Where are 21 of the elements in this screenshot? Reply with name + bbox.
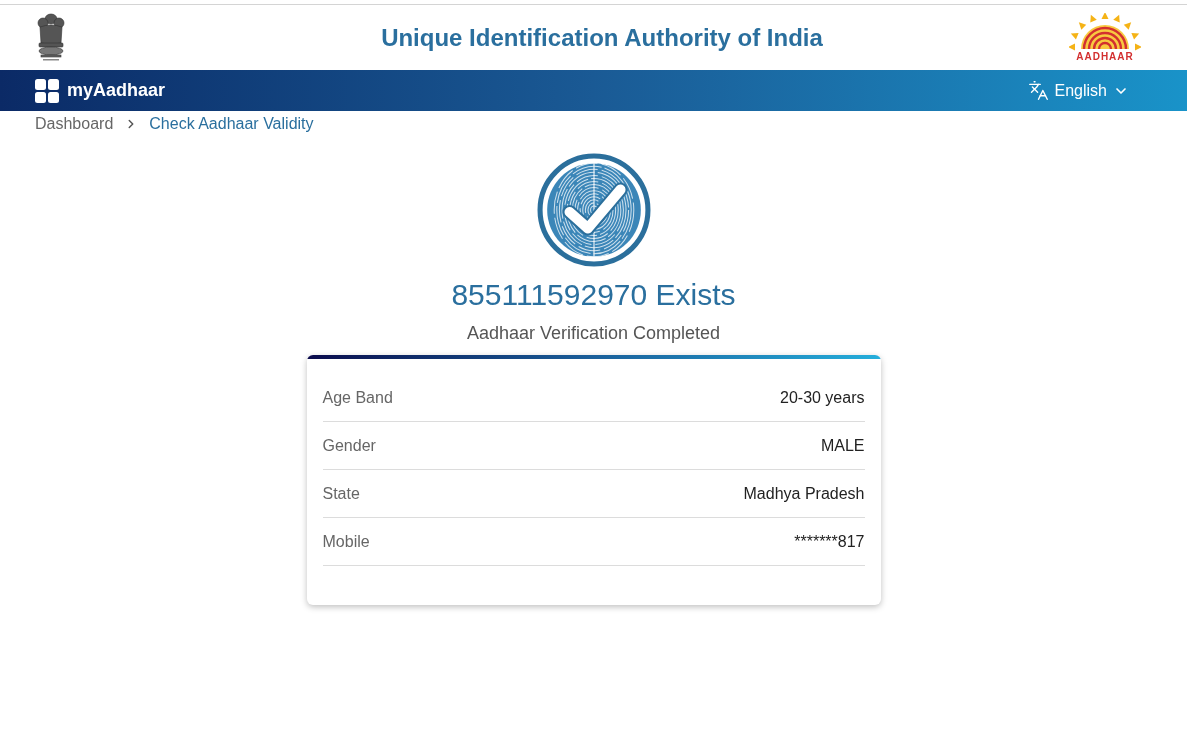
logo-text: AADHAAR xyxy=(1076,51,1134,62)
detail-label: State xyxy=(322,483,360,504)
sun-fingerprint-logo xyxy=(1069,13,1141,51)
translate-icon xyxy=(1027,80,1049,101)
result-heading: 855111592970 Exists xyxy=(451,277,736,313)
detail-value: *******817 xyxy=(794,531,865,552)
emblem-logo xyxy=(35,12,67,63)
site-title: Unique Identification Authority of India xyxy=(381,22,823,53)
grid-icon[interactable] xyxy=(35,78,59,103)
result-subheading: Aadhaar Verification Completed xyxy=(466,322,721,344)
detail-value: Madhya Pradesh xyxy=(743,483,865,504)
breadcrumb-link[interactable]: Check Aadhaar Validity xyxy=(149,112,314,136)
language-selector[interactable]: English xyxy=(1027,78,1129,103)
detail-value: 20-30 years xyxy=(780,387,865,408)
brand-name: myAadhaar xyxy=(67,79,166,102)
fingerprint-check-icon xyxy=(536,153,651,267)
detail-label: Age Band xyxy=(322,387,393,408)
detail-label: Mobile xyxy=(322,531,370,552)
breadcrumb-link[interactable]: Dashboard xyxy=(35,112,114,136)
detail-label: Gender xyxy=(322,435,376,456)
detail-value: MALE xyxy=(820,435,865,456)
